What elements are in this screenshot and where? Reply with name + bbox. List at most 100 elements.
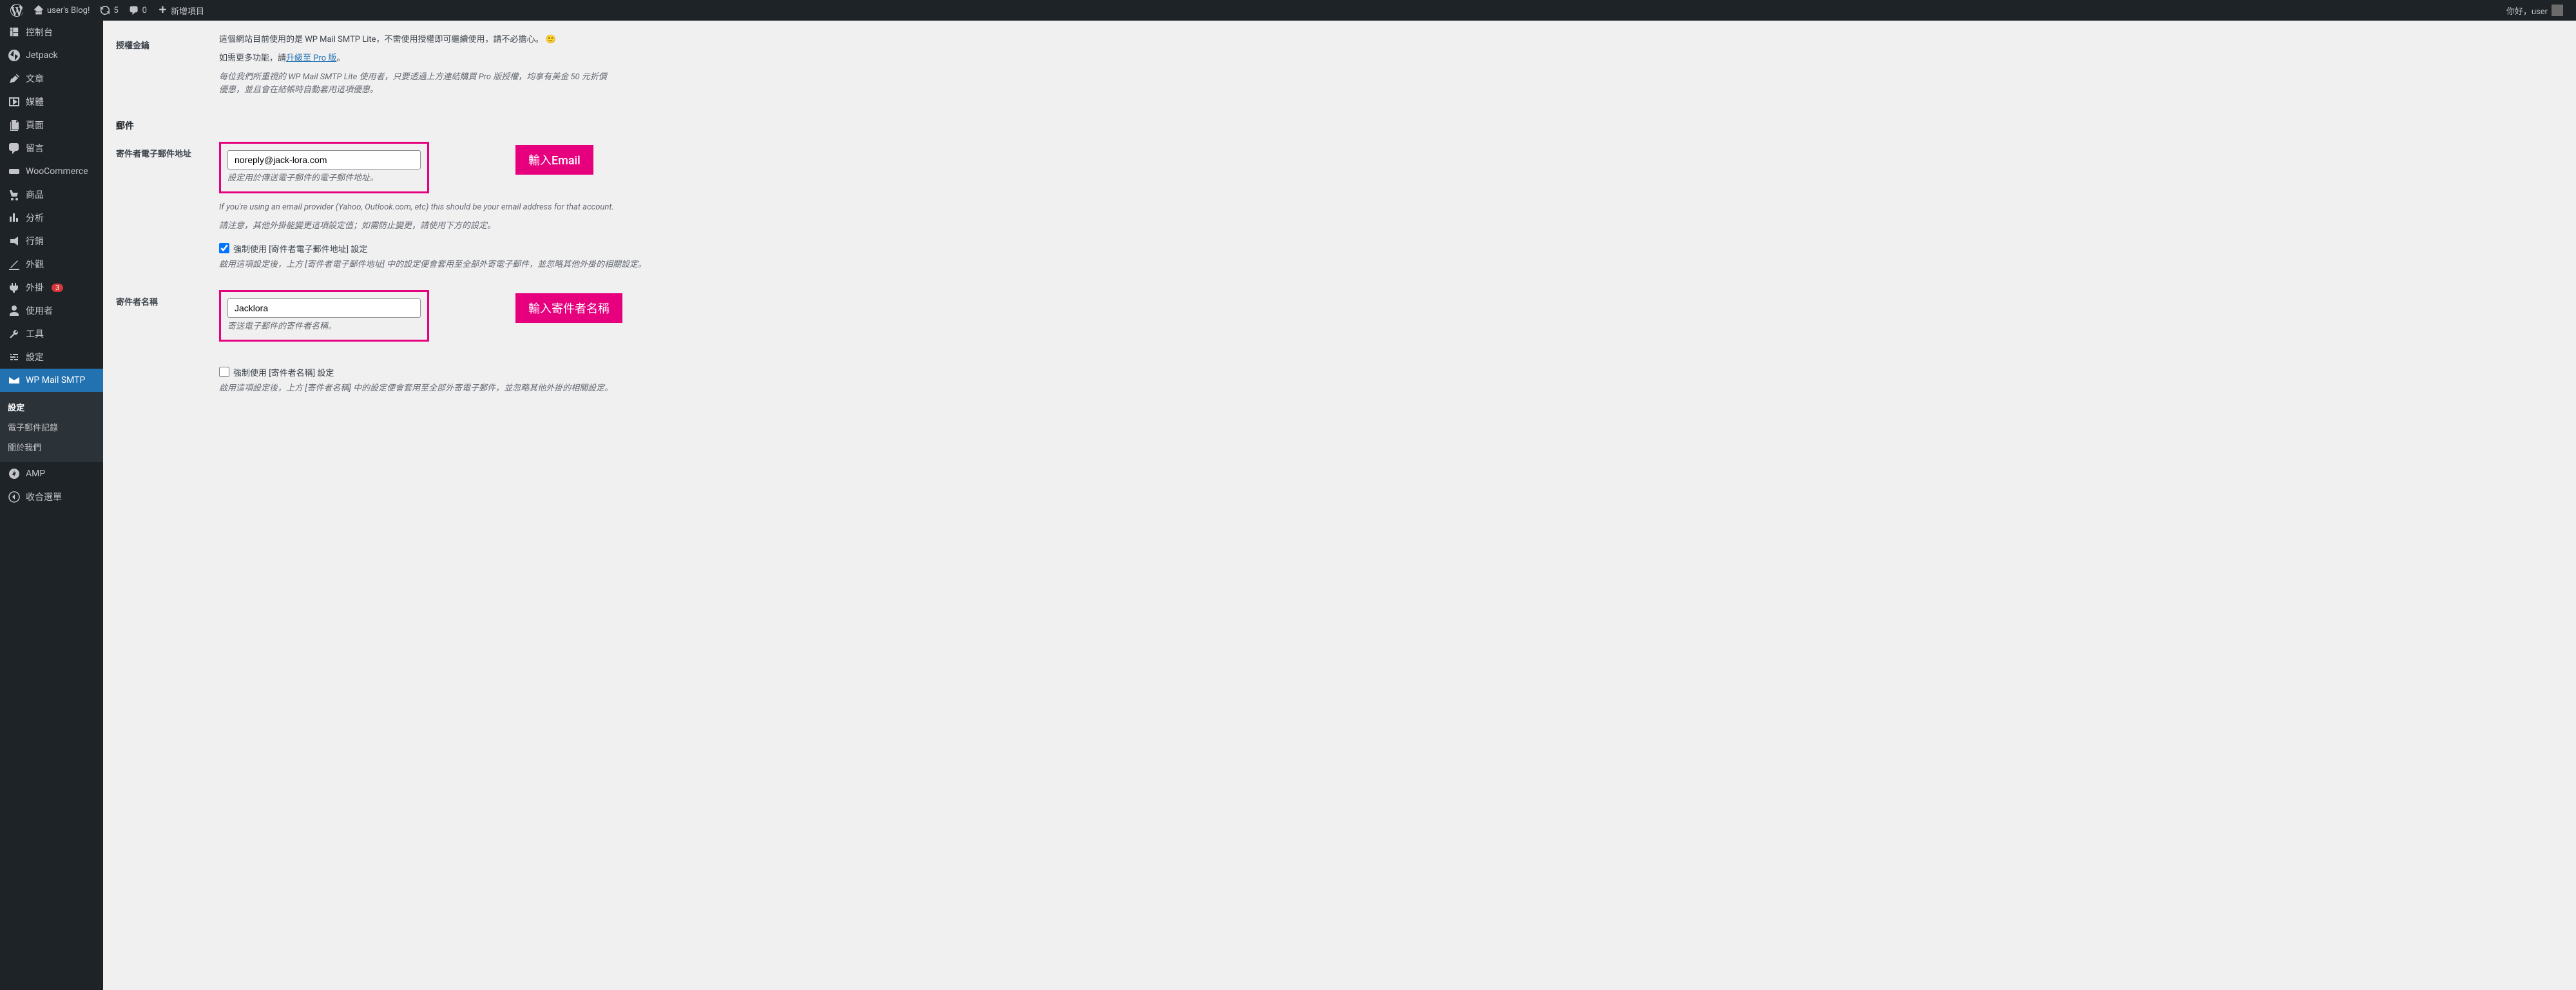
home-icon (34, 5, 44, 15)
wp-logo[interactable] (5, 0, 28, 21)
sidebar-label: AMP (26, 469, 45, 479)
force-email-label: 強制使用 [寄件者電子郵件地址] 設定 (233, 242, 367, 255)
sidebar-label: 商品 (26, 188, 44, 201)
site-name[interactable]: user's Blog! (28, 0, 95, 21)
sidebar-label: Jetpack (26, 50, 58, 61)
comments[interactable]: 0 (124, 0, 152, 21)
sidebar-item-settings[interactable]: 設定 (0, 345, 103, 369)
from-name-input[interactable] (227, 298, 421, 318)
sidebar-label: WP Mail SMTP (26, 375, 85, 385)
force-name-label: 強制使用 [寄件者名稱] 設定 (233, 366, 334, 378)
force-email-checkbox[interactable] (219, 243, 229, 253)
comments-icon (8, 142, 21, 155)
settings-icon (8, 351, 21, 364)
sidebar-item-media[interactable]: 媒體 (0, 90, 103, 113)
pages-icon (8, 119, 21, 131)
force-email-row: 強制使用 [寄件者電子郵件地址] 設定 (219, 242, 2563, 255)
sidebar-item-wp-mail-smtp[interactable]: WP Mail SMTP (0, 369, 103, 392)
upgrade-text: 如需更多功能，請升級至 Pro 版。 (219, 52, 2563, 66)
products-icon (8, 188, 21, 201)
sidebar-label: 使用者 (26, 304, 53, 317)
site-name-text: user's Blog! (47, 6, 90, 15)
sidebar-item-plugins[interactable]: 外掛 3 (0, 276, 103, 299)
sidebar-item-amp[interactable]: AMP (0, 462, 103, 485)
sidebar-item-collapse[interactable]: 收合選單 (0, 485, 103, 509)
sidebar-item-posts[interactable]: 文章 (0, 67, 103, 90)
sub-settings[interactable]: 設定 (0, 397, 103, 417)
marketing-icon (8, 235, 21, 248)
from-email-label: 寄件者電子郵件地址 (116, 142, 219, 271)
main-wrapper: 控制台 Jetpack 文章 媒體 頁面 留言 WooCommerce 商品 (0, 21, 2576, 990)
sidebar-label: 分析 (26, 211, 44, 224)
plus-icon (157, 5, 168, 15)
media-icon (8, 95, 21, 108)
amp-icon (8, 467, 21, 480)
from-email-help1: 設定用於傳送電子郵件的電子郵件地址。 (227, 172, 421, 185)
sidebar-item-analytics[interactable]: 分析 (0, 206, 103, 229)
plugins-badge: 3 (52, 284, 63, 292)
posts-icon (8, 72, 21, 85)
comments-count: 0 (142, 6, 147, 15)
license-section: 授權金鑰 這個網站目前使用的是 WP Mail SMTP Lite，不需使用授權… (116, 34, 2563, 100)
avatar-icon (2552, 5, 2563, 16)
from-email-row: 寄件者電子郵件地址 設定用於傳送電子郵件的電子郵件地址。 輸入Email If … (116, 142, 2563, 271)
annotation-email: 輸入Email (515, 145, 593, 175)
license-title: 授權金鑰 (116, 34, 219, 100)
from-email-highlight: 設定用於傳送電子郵件的電子郵件地址。 (219, 142, 429, 193)
force-email-help: 啟用這項設定後，上方 [寄件者電子郵件地址] 中的設定便會套用至全部外寄電子郵件… (219, 258, 2563, 271)
content-area: 授權金鑰 這個網站目前使用的是 WP Mail SMTP Lite，不需使用授權… (103, 21, 2576, 990)
from-email-help2: If you're using an email provider (Yahoo… (219, 201, 2563, 214)
sidebar-item-dashboard[interactable]: 控制台 (0, 21, 103, 44)
sidebar-item-marketing[interactable]: 行銷 (0, 229, 103, 253)
sidebar-item-woocommerce[interactable]: WooCommerce (0, 160, 103, 183)
sidebar-item-tools[interactable]: 工具 (0, 322, 103, 345)
from-name-row: 寄件者名稱 寄送電子郵件的寄件者名稱。 輸入寄件者名稱 強制使用 [寄件者名稱]… (116, 290, 2563, 394)
sidebar-label: 留言 (26, 142, 44, 155)
collapse-icon (8, 490, 21, 503)
sidebar-label: 媒體 (26, 95, 44, 108)
upgrade-link[interactable]: 升級至 Pro 版 (286, 53, 336, 63)
woo-icon (8, 165, 21, 178)
plugins-icon (8, 281, 21, 294)
sub-about[interactable]: 關於我們 (0, 437, 103, 457)
mail-section: 郵件 寄件者電子郵件地址 設定用於傳送電子郵件的電子郵件地址。 輸入Email … (116, 119, 2563, 394)
updates-count: 5 (113, 6, 118, 15)
from-email-input[interactable] (227, 150, 421, 170)
sidebar-item-jetpack[interactable]: Jetpack (0, 44, 103, 67)
from-name-label: 寄件者名稱 (116, 290, 219, 394)
from-name-highlight: 寄送電子郵件的寄件者名稱。 (219, 290, 429, 342)
sidebar-item-comments[interactable]: 留言 (0, 137, 103, 160)
sidebar-label: 外觀 (26, 258, 44, 271)
new-content-text: 新增項目 (171, 5, 204, 17)
from-name-help1: 寄送電子郵件的寄件者名稱。 (227, 320, 421, 333)
update-icon (100, 5, 110, 15)
sidebar-label: 頁面 (26, 119, 44, 131)
mail-icon (8, 374, 21, 387)
sidebar-submenu: 設定 電子郵件記錄 關於我們 (0, 392, 103, 462)
sidebar-item-appearance[interactable]: 外觀 (0, 253, 103, 276)
updates[interactable]: 5 (95, 0, 123, 21)
my-account[interactable]: 你好，user (2499, 5, 2571, 17)
sidebar-item-users[interactable]: 使用者 (0, 299, 103, 322)
sidebar-label: 外掛 (26, 281, 44, 294)
sub-email-log[interactable]: 電子郵件記錄 (0, 417, 103, 437)
sidebar-label: 收合選單 (26, 490, 62, 503)
admin-bar: user's Blog! 5 0 新增項目 你好，user (0, 0, 2576, 21)
license-desc: 這個網站目前使用的是 WP Mail SMTP Lite，不需使用授權即可繼續使… (219, 34, 2563, 47)
sidebar-item-products[interactable]: 商品 (0, 183, 103, 206)
sidebar-label: 行銷 (26, 235, 44, 248)
sidebar-label: 文章 (26, 72, 44, 85)
sidebar-label: 設定 (26, 351, 44, 364)
force-name-checkbox[interactable] (219, 367, 229, 377)
users-icon (8, 304, 21, 317)
admin-bar-left: user's Blog! 5 0 新增項目 (5, 0, 2499, 21)
mail-title: 郵件 (116, 119, 2563, 132)
appearance-icon (8, 258, 21, 271)
sidebar-item-pages[interactable]: 頁面 (0, 113, 103, 137)
new-content[interactable]: 新增項目 (152, 0, 209, 21)
annotation-name: 輸入寄件者名稱 (515, 293, 622, 323)
sidebar-label: WooCommerce (26, 166, 88, 177)
comment-icon (129, 5, 139, 15)
sidebar-label: 控制台 (26, 26, 53, 39)
sidebar-label: 工具 (26, 327, 44, 340)
